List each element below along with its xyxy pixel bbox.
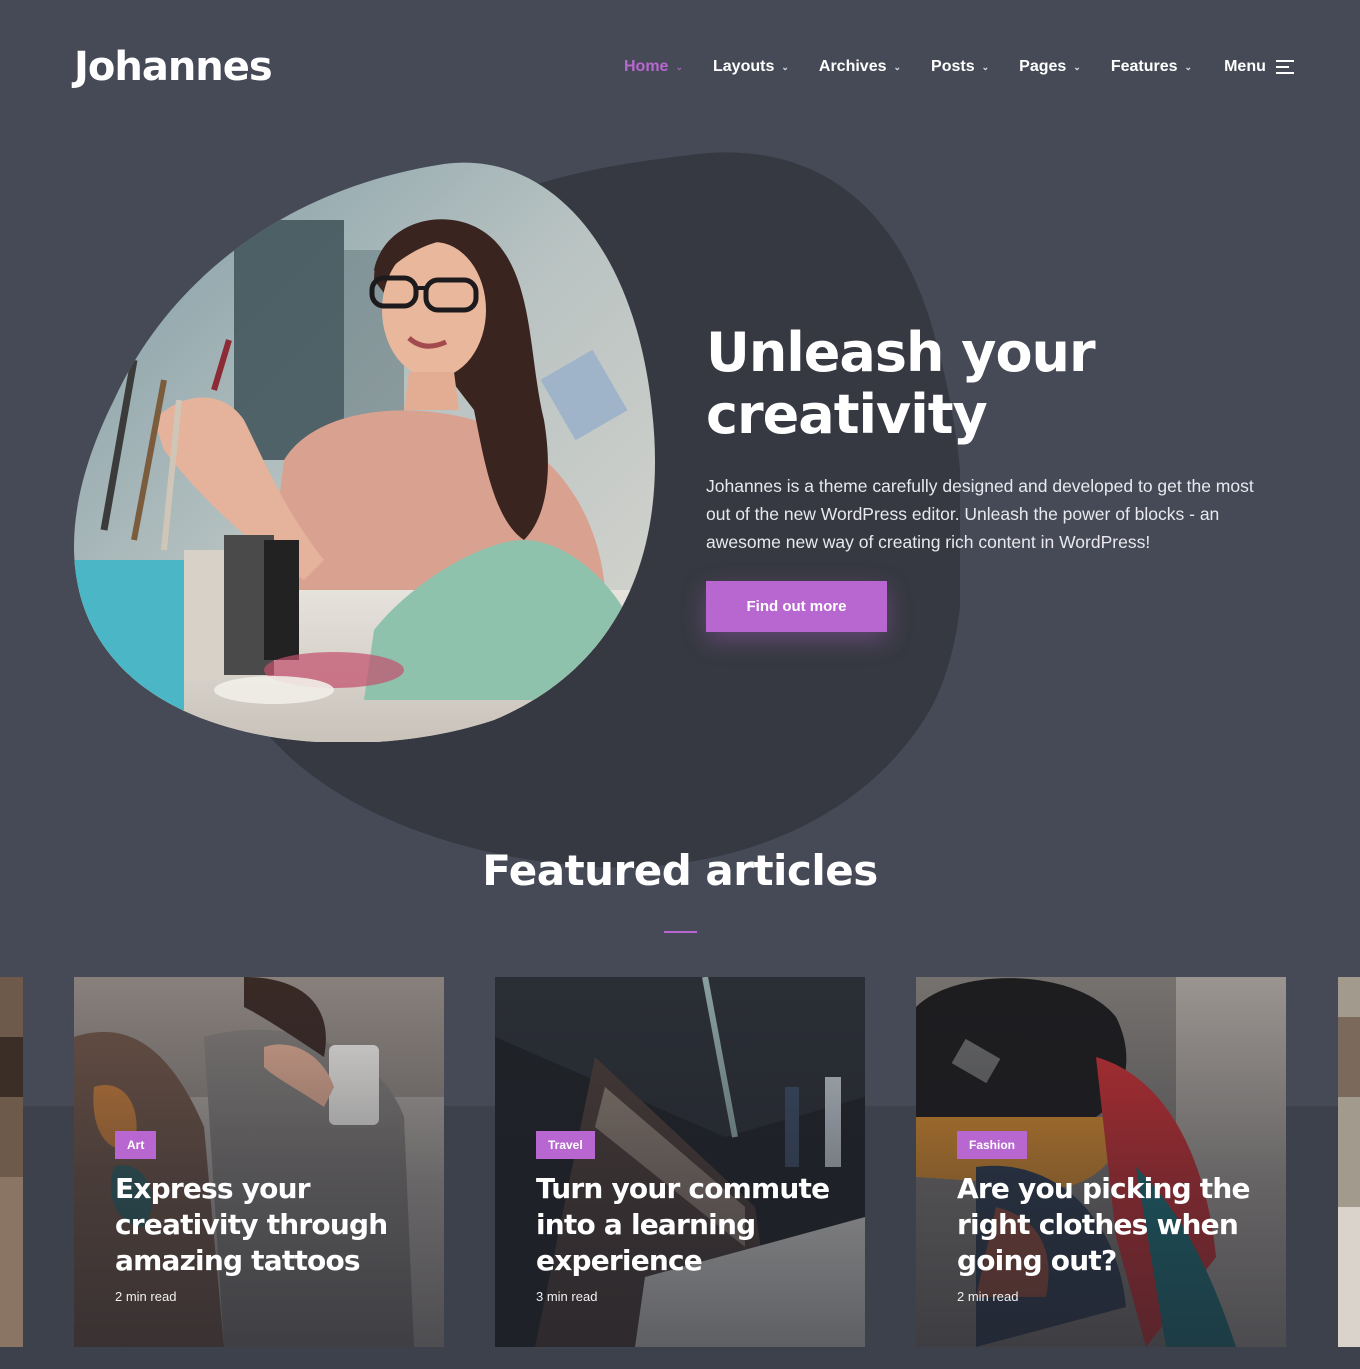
chevron-down-icon: ⌄ xyxy=(893,61,902,72)
find-out-more-button[interactable]: Find out more xyxy=(706,581,887,632)
article-title[interactable]: Express your creativity through amazing … xyxy=(115,1171,414,1279)
site-logo[interactable]: Johannes xyxy=(74,44,273,90)
chevron-down-icon: ⌄ xyxy=(675,61,683,72)
chevron-down-icon: ⌄ xyxy=(1184,61,1193,72)
read-time: 2 min read xyxy=(957,1289,1019,1304)
nav-item-features[interactable]: Features ⌄ xyxy=(1111,58,1192,76)
chevron-down-icon: ⌄ xyxy=(981,61,990,72)
read-time: 3 min read xyxy=(536,1289,598,1304)
nav-item-pages[interactable]: Pages ⌄ xyxy=(1019,58,1081,76)
read-time: 2 min read xyxy=(115,1289,177,1304)
menu-label: Menu xyxy=(1224,58,1266,75)
section-divider xyxy=(664,931,697,933)
nav-item-label: Home xyxy=(624,58,669,75)
nav-item-label: Features xyxy=(1110,58,1178,75)
nav-item-label: Posts xyxy=(931,58,975,75)
hero-title: Unleash your creativity xyxy=(706,321,1096,446)
nav-item-label: Pages xyxy=(1019,58,1067,75)
hero-image xyxy=(74,162,656,742)
category-badge[interactable]: Art xyxy=(115,1131,157,1159)
nav-item-layouts[interactable]: Layouts ⌄ xyxy=(713,58,789,76)
carousel-prev-card[interactable] xyxy=(0,977,23,1347)
chevron-down-icon: ⌄ xyxy=(1073,61,1081,72)
article-card-fashion[interactable]: Fashion Are you picking the right clothe… xyxy=(916,977,1286,1347)
nav-item-label: Archives xyxy=(818,58,887,75)
main-nav: Home ⌄ Layouts ⌄ Archives ⌄ Posts ⌄ Page… xyxy=(624,58,1294,76)
nav-item-posts[interactable]: Posts ⌄ xyxy=(931,58,989,76)
article-title[interactable]: Turn your commute into a learning experi… xyxy=(536,1171,835,1279)
hero-description: Johannes is a theme carefully designed a… xyxy=(706,476,1254,552)
article-title[interactable]: Are you picking the right clothes when g… xyxy=(957,1171,1256,1279)
article-card-travel[interactable]: Travel Turn your commute into a learning… xyxy=(495,977,865,1347)
chevron-down-icon: ⌄ xyxy=(781,61,789,72)
article-card-art[interactable]: Art Express your creativity through amaz… xyxy=(74,977,444,1347)
carousel-next-card[interactable] xyxy=(1338,977,1360,1347)
nav-item-archives[interactable]: Archives ⌄ xyxy=(819,58,901,76)
hamburger-icon xyxy=(1275,60,1294,74)
nav-item-home[interactable]: Home ⌄ xyxy=(624,58,683,76)
nav-item-label: Layouts xyxy=(713,58,775,75)
category-badge[interactable]: Fashion xyxy=(957,1131,1028,1159)
category-badge[interactable]: Travel xyxy=(536,1131,595,1159)
featured-title: Featured articles xyxy=(482,846,878,895)
menu-button[interactable]: Menu xyxy=(1224,58,1294,76)
